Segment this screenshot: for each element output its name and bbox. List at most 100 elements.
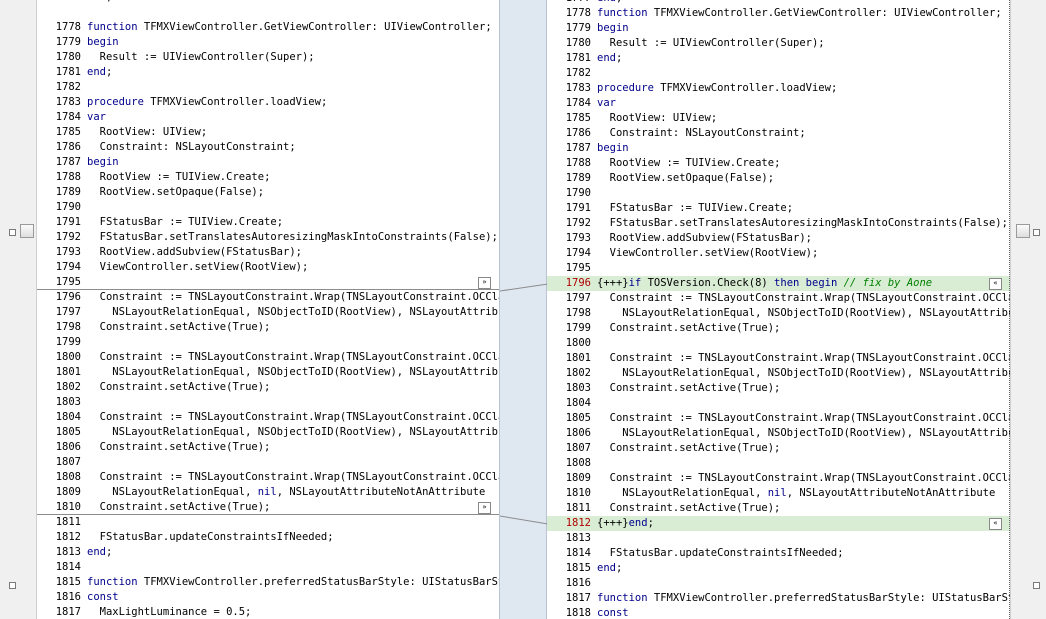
code-line[interactable]: 1814 FStatusBar.updateConstraintsIfNeede… <box>547 546 1010 561</box>
code-line[interactable]: 1805 Constraint := TNSLayoutConstraint.W… <box>547 411 1010 426</box>
code-line[interactable]: 1794 ViewController.setView(RootView); <box>547 246 1010 261</box>
line-number: 1800 <box>565 337 591 349</box>
collapse-marker-icon[interactable] <box>1033 229 1040 236</box>
code-line[interactable]: 1816 <box>547 576 1010 591</box>
code-line[interactable]: 1791 FStatusBar := TUIView.Create; <box>547 201 1010 216</box>
code-line[interactable]: 1800 Constraint := TNSLayoutConstraint.W… <box>37 350 499 365</box>
code-line[interactable]: 1800 <box>547 336 1010 351</box>
code-line[interactable]: 1797 NSLayoutRelationEqual, NSObjectToID… <box>37 305 499 320</box>
code-line[interactable]: 1792 FStatusBar.setTranslatesAutoresizin… <box>37 230 499 245</box>
code-line[interactable]: 1817 MaxLightLuminance = 0.5; <box>37 605 499 619</box>
code-line[interactable]: 1808 <box>547 456 1010 471</box>
code-line[interactable]: 1802 Constraint.setActive(True); <box>37 380 499 395</box>
code-line[interactable]: 1783 procedure TFMXViewController.loadVie… <box>547 81 1010 96</box>
code-line[interactable]: 1799 Constraint.setActive(True); <box>547 321 1010 336</box>
code-line[interactable]: 1779 begin <box>37 35 499 50</box>
diff-line[interactable]: 1796 {+++}if TOSVersion.Check(8) then beg… <box>547 276 1010 291</box>
code-line[interactable]: 1795 <box>547 261 1010 276</box>
code-line[interactable]: 1803 <box>37 395 499 410</box>
code-line[interactable]: 1816 const <box>37 590 499 605</box>
code-line[interactable]: 1804 Constraint := TNSLayoutConstraint.W… <box>37 410 499 425</box>
code-text: NSLayoutRelationEqual, NSObjectToID(Root… <box>112 426 499 438</box>
code-text: NSLayoutRelationEqual, NSObjectToID(Root… <box>112 366 499 378</box>
code-line[interactable]: 1802 NSLayoutRelationEqual, NSObjectToID… <box>547 366 1010 381</box>
right-overview-thumb[interactable] <box>1016 224 1030 238</box>
code-line[interactable]: 1809 NSLayoutRelationEqual, nil, NSLayou… <box>37 485 499 500</box>
code-line[interactable]: 1780 Result := UIViewController(Super); <box>37 50 499 65</box>
code-line[interactable]: 1792 FStatusBar.setTranslatesAutoresizin… <box>547 216 1010 231</box>
copy-right-arrow-icon[interactable]: » <box>478 502 491 514</box>
code-line[interactable]: 1799 <box>37 335 499 350</box>
copy-left-arrow-icon[interactable]: « <box>989 518 1002 530</box>
code-line[interactable]: 1797 Constraint := TNSLayoutConstraint.W… <box>547 291 1010 306</box>
code-line[interactable]: 1785 RootView: UIView; <box>547 111 1010 126</box>
code-line[interactable]: 1784 var <box>37 110 499 125</box>
code-line[interactable]: 1782 <box>547 66 1010 81</box>
line-number: 1814 <box>565 547 591 559</box>
code-line[interactable]: 1815 end; <box>547 561 1010 576</box>
code-line[interactable]: 1793 RootView.addSubview(FStatusBar); <box>547 231 1010 246</box>
code-line[interactable]: 1815 function TFMXViewController.preferre… <box>37 575 499 590</box>
code-line[interactable]: 1783 procedure TFMXViewController.loadVie… <box>37 95 499 110</box>
code-line[interactable]: 1785 RootView: UIView; <box>37 125 499 140</box>
code-line[interactable]: 1804 <box>547 396 1010 411</box>
code-line[interactable]: 1808 Constraint := TNSLayoutConstraint.W… <box>37 470 499 485</box>
line-number: 1778 <box>565 7 591 19</box>
code-line[interactable]: 1813 <box>547 531 1010 546</box>
code-line[interactable]: 1784 var <box>547 96 1010 111</box>
code-line[interactable]: 1811 <box>37 515 499 530</box>
code-line[interactable]: 1789 RootView.setOpaque(False); <box>37 185 499 200</box>
code-line[interactable]: 1818 const <box>547 606 1010 619</box>
code-line[interactable] <box>37 5 499 20</box>
code-line[interactable]: 1807 Constraint.setActive(True); <box>547 441 1010 456</box>
code-line[interactable]: 1805 NSLayoutRelationEqual, NSObjectToID… <box>37 425 499 440</box>
code-line[interactable]: 1793 RootView.addSubview(FStatusBar); <box>37 245 499 260</box>
code-line[interactable]: 1788 RootView := TUIView.Create; <box>37 170 499 185</box>
code-line[interactable]: 1798 NSLayoutRelationEqual, NSObjectToID… <box>547 306 1010 321</box>
collapse-marker-icon[interactable] <box>1033 582 1040 589</box>
code-line[interactable]: 1787 begin <box>37 155 499 170</box>
code-line[interactable]: 1787 begin <box>547 141 1010 156</box>
code-line[interactable]: 1807 <box>37 455 499 470</box>
code-line[interactable]: 1789 RootView.setOpaque(False); <box>547 171 1010 186</box>
code-line[interactable]: 1798 Constraint.setActive(True); <box>37 320 499 335</box>
right-code-pane[interactable]: 1777end;1778function TFMXViewController.… <box>547 0 1010 619</box>
code-line[interactable]: 1781 end; <box>547 51 1010 66</box>
left-code-pane[interactable]: 1777end;1778function TFMXViewController.… <box>37 0 499 619</box>
code-line[interactable]: 1809 Constraint := TNSLayoutConstraint.W… <box>547 471 1010 486</box>
code-line[interactable]: 1806 NSLayoutRelationEqual, NSObjectToID… <box>547 426 1010 441</box>
copy-right-arrow-icon[interactable]: » <box>478 277 491 289</box>
code-line[interactable]: 1812 FStatusBar.updateConstraintsIfNeede… <box>37 530 499 545</box>
code-line[interactable]: 1778 function TFMXViewController.GetViewC… <box>547 6 1010 21</box>
code-line[interactable]: 1788 RootView := TUIView.Create; <box>547 156 1010 171</box>
code-line[interactable]: 1794 ViewController.setView(RootView); <box>37 260 499 275</box>
code-line[interactable]: 1810 NSLayoutRelationEqual, nil, NSLayou… <box>547 486 1010 501</box>
code-line[interactable]: 1791 FStatusBar := TUIView.Create; <box>37 215 499 230</box>
left-overview-thumb[interactable] <box>20 224 34 238</box>
code-line[interactable]: 1780 Result := UIViewController(Super); <box>547 36 1010 51</box>
code-line[interactable]: 1790 <box>37 200 499 215</box>
code-line[interactable]: 1810 Constraint.setActive(True); » <box>37 500 499 515</box>
collapse-marker-icon[interactable] <box>9 229 16 236</box>
code-line[interactable]: 1806 Constraint.setActive(True); <box>37 440 499 455</box>
copy-left-arrow-icon[interactable]: « <box>989 278 1002 290</box>
code-line[interactable]: 1801 Constraint := TNSLayoutConstraint.W… <box>547 351 1010 366</box>
code-line[interactable]: 1782 <box>37 80 499 95</box>
code-line[interactable]: 1795 » <box>37 275 499 290</box>
code-line[interactable]: 1786 Constraint: NSLayoutConstraint; <box>37 140 499 155</box>
code-line[interactable]: 1803 Constraint.setActive(True); <box>547 381 1010 396</box>
code-line[interactable]: 1779 begin <box>547 21 1010 36</box>
code-line[interactable]: 1786 Constraint: NSLayoutConstraint; <box>547 126 1010 141</box>
code-line[interactable]: 1790 <box>547 186 1010 201</box>
code-line[interactable]: 1778 function TFMXViewController.GetViewC… <box>37 20 499 35</box>
code-line[interactable]: 1817 function TFMXViewController.preferre… <box>547 591 1010 606</box>
diff-line[interactable]: 1812 {+++}end; « <box>547 516 1010 531</box>
collapse-marker-icon[interactable] <box>9 582 16 589</box>
code-line[interactable]: 1781 end; <box>37 65 499 80</box>
code-line[interactable]: 1814 <box>37 560 499 575</box>
code-line[interactable]: 1811 Constraint.setActive(True); <box>547 501 1010 516</box>
code-line[interactable]: 1801 NSLayoutRelationEqual, NSObjectToID… <box>37 365 499 380</box>
code-text: begin <box>87 156 119 168</box>
code-line[interactable]: 1813 end; <box>37 545 499 560</box>
code-line[interactable]: 1796 Constraint := TNSLayoutConstraint.W… <box>37 290 499 305</box>
